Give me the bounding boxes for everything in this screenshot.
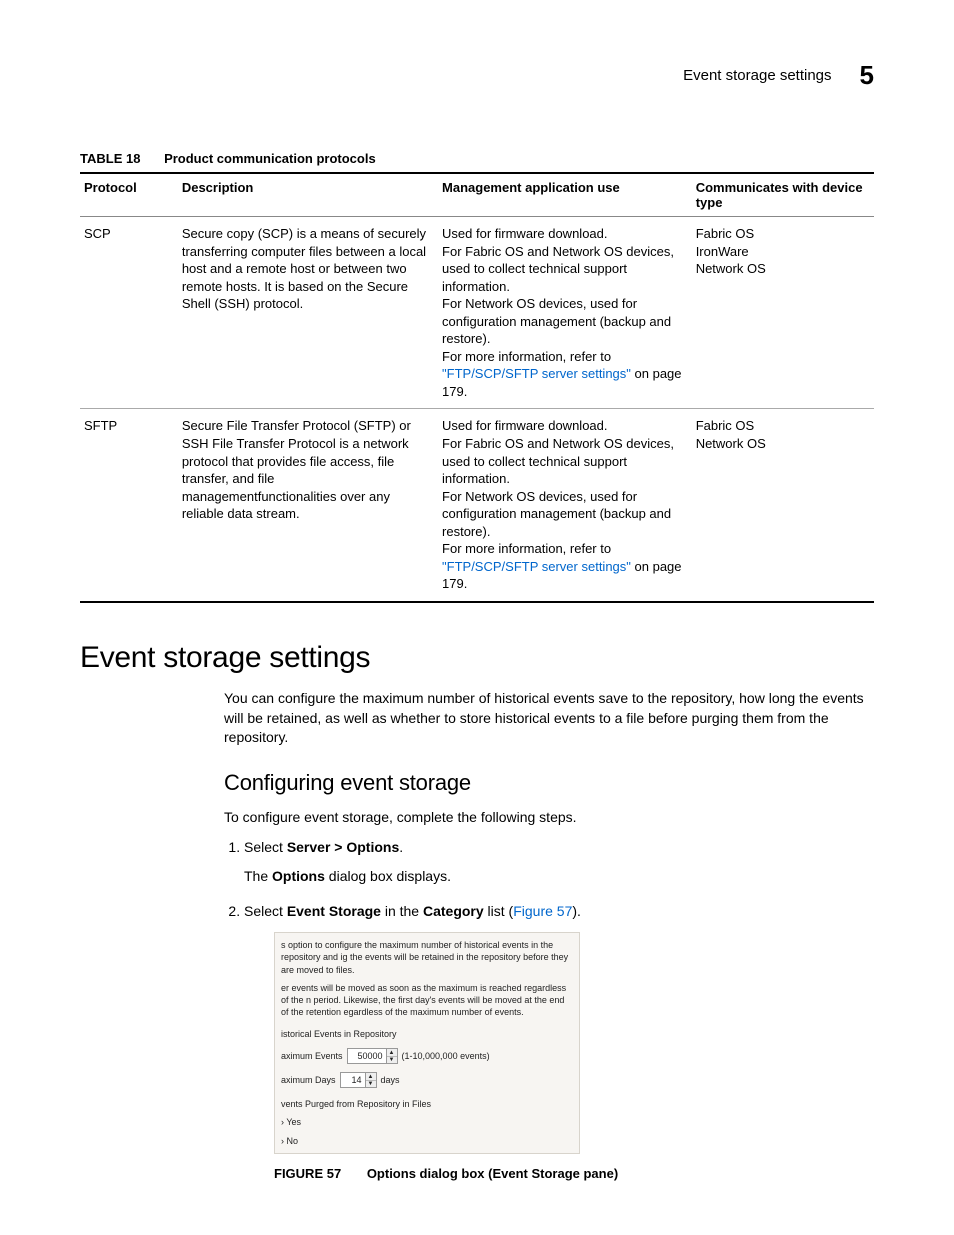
cell-use: Used for firmware download. For Fabric O… <box>438 217 692 409</box>
spinner-arrows-icon[interactable]: ▲▼ <box>365 1073 376 1087</box>
radio-yes[interactable]: › Yes <box>281 1116 573 1128</box>
cell-protocol: SFTP <box>80 409 178 602</box>
max-days-label: aximum Days <box>281 1074 336 1086</box>
col-header-device: Communicates with device type <box>692 173 874 217</box>
figure-section-purged: vents Purged from Repository in Files <box>281 1098 573 1110</box>
step-1-result: The Options dialog box displays. <box>244 866 874 887</box>
figure-caption: FIGURE 57 Options dialog box (Event Stor… <box>274 1164 874 1184</box>
table-title: TABLE 18 Product communication protocols <box>80 151 874 166</box>
section-intro: You can configure the maximum number of … <box>224 689 874 748</box>
figure-57-link[interactable]: Figure 57 <box>513 903 572 919</box>
chapter-number: 5 <box>860 60 874 91</box>
cell-devices: Fabric OS IronWare Network OS <box>692 217 874 409</box>
figure-section-historical: istorical Events in Repository <box>281 1028 573 1040</box>
figure-caption-text: Options dialog box (Event Storage pane) <box>367 1166 618 1181</box>
max-days-spinner[interactable]: 14 ▲▼ <box>340 1072 377 1088</box>
spinner-arrows-icon[interactable]: ▲▼ <box>386 1049 397 1063</box>
running-header: Event storage settings 5 <box>80 60 874 91</box>
protocols-table: Protocol Description Management applicat… <box>80 172 874 603</box>
table-row: SCP Secure copy (SCP) is a means of secu… <box>80 217 874 409</box>
cell-devices: Fabric OS Network OS <box>692 409 874 602</box>
max-days-unit: days <box>381 1074 400 1086</box>
section-heading: Event storage settings <box>80 641 874 675</box>
figure-desc-1: s option to configure the maximum number… <box>281 939 573 975</box>
figure-desc-2: er events will be moved as soon as the m… <box>281 982 573 1018</box>
col-header-protocol: Protocol <box>80 173 178 217</box>
max-events-spinner[interactable]: 50000 ▲▼ <box>347 1048 398 1064</box>
max-events-label: aximum Events <box>281 1050 343 1062</box>
max-days-value: 14 <box>341 1073 365 1087</box>
table-row: SFTP Secure File Transfer Protocol (SFTP… <box>80 409 874 602</box>
subsection-intro: To configure event storage, complete the… <box>224 808 874 828</box>
cell-description: Secure File Transfer Protocol (SFTP) or … <box>178 409 438 602</box>
max-days-row: aximum Days 14 ▲▼ days <box>281 1072 573 1088</box>
steps-list: Select Server > Options. The Options dia… <box>224 837 874 1183</box>
running-title: Event storage settings <box>683 67 831 84</box>
radio-no[interactable]: › No <box>281 1135 573 1147</box>
step-2: Select Event Storage in the Category lis… <box>244 901 874 1183</box>
figure-label: FIGURE 57 <box>274 1166 341 1181</box>
max-events-range: (1-10,000,000 events) <box>402 1050 490 1062</box>
ftp-settings-link[interactable]: "FTP/SCP/SFTP server settings" <box>442 366 631 381</box>
col-header-description: Description <box>178 173 438 217</box>
table-label: TABLE 18 <box>80 151 140 166</box>
ftp-settings-link[interactable]: "FTP/SCP/SFTP server settings" <box>442 559 631 574</box>
max-events-value: 50000 <box>348 1049 386 1063</box>
cell-protocol: SCP <box>80 217 178 409</box>
figure-57-screenshot: s option to configure the maximum number… <box>274 932 580 1153</box>
cell-description: Secure copy (SCP) is a means of securely… <box>178 217 438 409</box>
table-caption: Product communication protocols <box>164 151 376 166</box>
step-1: Select Server > Options. The Options dia… <box>244 837 874 887</box>
cell-use: Used for firmware download. For Fabric O… <box>438 409 692 602</box>
subsection-heading: Configuring event storage <box>224 770 874 796</box>
col-header-use: Management application use <box>438 173 692 217</box>
max-events-row: aximum Events 50000 ▲▼ (1-10,000,000 eve… <box>281 1048 573 1064</box>
